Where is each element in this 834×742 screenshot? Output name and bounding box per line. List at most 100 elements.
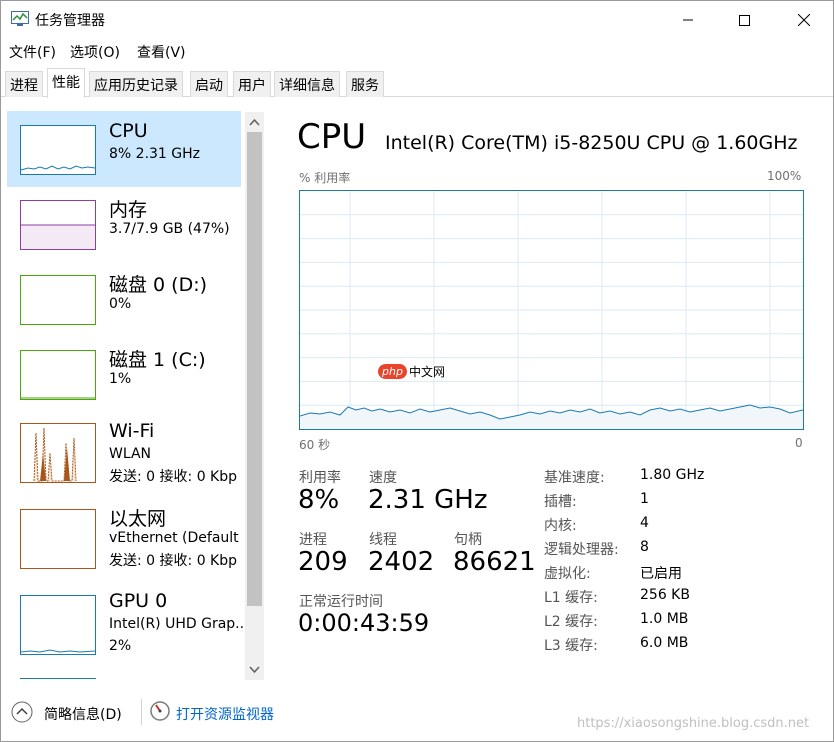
window-title: 任务管理器 xyxy=(35,13,105,29)
cpu-model-name: Intel(R) Core(TM) i5-8250U CPU @ 1.60GHz xyxy=(385,132,798,154)
footer-divider xyxy=(141,699,142,725)
tab-details[interactable]: 详细信息 xyxy=(274,71,340,97)
tab-app-history[interactable]: 应用历史记录 xyxy=(89,71,183,97)
spec-value-logical-processors: 8 xyxy=(640,539,649,555)
spec-value-base-speed: 1.80 GHz xyxy=(640,467,705,483)
php-site-name: 中文网 xyxy=(408,365,445,379)
sidebar-scrollbar[interactable] xyxy=(245,112,264,680)
scroll-up-icon[interactable] xyxy=(249,117,260,128)
csdn-watermark: https://xiaosongshine.blog.csdn.net xyxy=(577,716,810,731)
scrollbar-thumb[interactable] xyxy=(247,132,262,606)
menu-options[interactable]: 选项(O) xyxy=(70,42,120,62)
minimize-icon xyxy=(683,19,693,21)
maximize-button[interactable] xyxy=(721,1,767,39)
sidebar-next-item-partial xyxy=(20,678,96,682)
graph-time-right-label: 0 xyxy=(795,436,803,450)
threads-label: 线程 xyxy=(369,532,397,548)
minimize-button[interactable] xyxy=(665,1,711,39)
sidebar-gpu-name: GPU 0 xyxy=(109,590,168,612)
tab-users[interactable]: 用户 xyxy=(233,71,271,97)
sidebar-item-wifi[interactable]: Wi-Fi WLAN 发送: 0 接收: 0 Kbp xyxy=(7,411,241,487)
spec-value-l3-cache: 6.0 MB xyxy=(640,635,689,651)
ethernet-thumbnail-graph xyxy=(20,509,96,569)
page-title: CPU xyxy=(297,117,367,157)
spec-value-cores: 4 xyxy=(640,515,649,531)
tab-bar: 进程 性能 应用历史记录 启动 用户 详细信息 服务 xyxy=(1,67,833,98)
php-badge: php xyxy=(378,364,407,379)
spec-value-l2-cache: 1.0 MB xyxy=(640,611,689,627)
fewer-details-button[interactable]: 简略信息(D) xyxy=(44,704,122,724)
graph-y-max-label: 100% xyxy=(767,169,802,183)
sidebar-item-cpu[interactable]: CPU 8% 2.31 GHz xyxy=(7,111,241,187)
sidebar-disk1-name: 磁盘 1 (C:) xyxy=(109,349,206,371)
spec-value-l1-cache: 256 KB xyxy=(640,587,690,603)
spec-label-sockets: 插槽: xyxy=(544,494,577,510)
scroll-down-icon[interactable] xyxy=(249,664,260,675)
sidebar-wifi-throughput: 发送: 0 接收: 0 Kbp xyxy=(109,469,238,485)
sidebar-gpu-usage: 2% xyxy=(109,638,132,654)
tab-processes[interactable]: 进程 xyxy=(5,71,43,97)
spec-value-virtualization: 已启用 xyxy=(640,566,682,582)
memory-thumbnail-graph xyxy=(20,200,96,250)
spec-label-cores: 内核: xyxy=(544,518,577,534)
sidebar-wifi-name: Wi-Fi xyxy=(109,420,155,442)
sidebar-item-disk0[interactable]: 磁盘 0 (D:) 0% xyxy=(7,261,241,337)
sidebar-ethernet-name: 以太网 xyxy=(109,508,167,530)
uptime-value: 0:00:43:59 xyxy=(298,609,430,637)
speed-label: 速度 xyxy=(369,470,397,486)
spec-label-l3-cache: L3 缓存: xyxy=(544,638,598,654)
threads-value: 2402 xyxy=(368,547,435,577)
wifi-thumbnail-graph xyxy=(20,423,96,483)
spec-label-virtualization: 虚拟化: xyxy=(544,566,591,582)
gpu-thumbnail-graph xyxy=(20,595,96,655)
task-manager-window: 任务管理器 文件(F) 选项(O) 查看(V) 进程 性能 应用历史记录 启动 … xyxy=(0,0,834,742)
php-cn-watermark-logo: php 中文网 xyxy=(378,363,445,380)
cpu-graph-canvas xyxy=(299,191,804,429)
sidebar-disk0-usage: 0% xyxy=(109,296,132,312)
menu-bar: 文件(F) 选项(O) 查看(V) xyxy=(1,39,833,63)
utilization-label: 利用率 xyxy=(299,470,341,486)
cpu-utilization-graph xyxy=(299,190,804,430)
sidebar-item-disk1[interactable]: 磁盘 1 (C:) 1% xyxy=(7,336,241,412)
sidebar-item-gpu[interactable]: GPU 0 Intel(R) UHD Grap... 2% xyxy=(7,581,249,657)
close-button[interactable] xyxy=(781,1,827,39)
sidebar-cpu-name: CPU xyxy=(109,120,148,142)
menu-file[interactable]: 文件(F) xyxy=(9,42,56,62)
close-icon xyxy=(798,14,810,26)
sidebar-memory-usage: 3.7/7.9 GB (47%) xyxy=(109,221,230,237)
tab-services[interactable]: 服务 xyxy=(346,71,384,97)
graph-y-label: % 利用率 xyxy=(299,171,351,185)
handles-label: 句柄 xyxy=(454,532,482,548)
uptime-label: 正常运行时间 xyxy=(299,594,383,610)
disk0-thumbnail-graph xyxy=(20,275,96,325)
handles-value: 86621 xyxy=(453,547,536,577)
sidebar-ethernet-adapter: vEthernet (Default xyxy=(109,530,239,546)
sidebar-ethernet-throughput: 发送: 0 接收: 0 Kbp xyxy=(109,553,238,569)
spec-label-l1-cache: L1 缓存: xyxy=(544,590,598,606)
spec-label-logical-processors: 逻辑处理器: xyxy=(544,542,619,558)
title-bar: 任务管理器 xyxy=(1,1,833,39)
cpu-thumbnail-graph xyxy=(20,125,96,175)
menu-view[interactable]: 查看(V) xyxy=(137,42,186,62)
sidebar-item-ethernet[interactable]: 以太网 vEthernet (Default 发送: 0 接收: 0 Kbp xyxy=(7,495,241,571)
processes-value: 209 xyxy=(298,547,348,577)
open-resource-monitor-link[interactable]: 打开资源监视器 xyxy=(176,704,274,724)
sidebar-wifi-adapter: WLAN xyxy=(109,446,152,462)
sidebar-disk0-name: 磁盘 0 (D:) xyxy=(109,274,208,296)
sidebar-gpu-model: Intel(R) UHD Grap... xyxy=(109,616,249,632)
sidebar-disk1-usage: 1% xyxy=(109,371,132,387)
sidebar-cpu-usage: 8% 2.31 GHz xyxy=(109,146,201,162)
sidebar-item-memory[interactable]: 内存 3.7/7.9 GB (47%) xyxy=(7,186,241,262)
maximize-icon xyxy=(738,14,750,26)
collapse-chevron-up-icon[interactable] xyxy=(11,701,33,723)
utilization-value: 8% xyxy=(298,485,340,515)
tab-performance[interactable]: 性能 xyxy=(47,68,85,98)
spec-label-l2-cache: L2 缓存: xyxy=(544,614,598,630)
graph-time-left-label: 60 秒 xyxy=(299,438,331,452)
task-manager-app-icon xyxy=(11,11,29,26)
processes-label: 进程 xyxy=(299,532,327,548)
spec-value-sockets: 1 xyxy=(640,491,649,507)
disk1-thumbnail-graph xyxy=(20,350,96,400)
spec-label-base-speed: 基准速度: xyxy=(544,470,605,486)
tab-startup[interactable]: 启动 xyxy=(190,71,228,97)
